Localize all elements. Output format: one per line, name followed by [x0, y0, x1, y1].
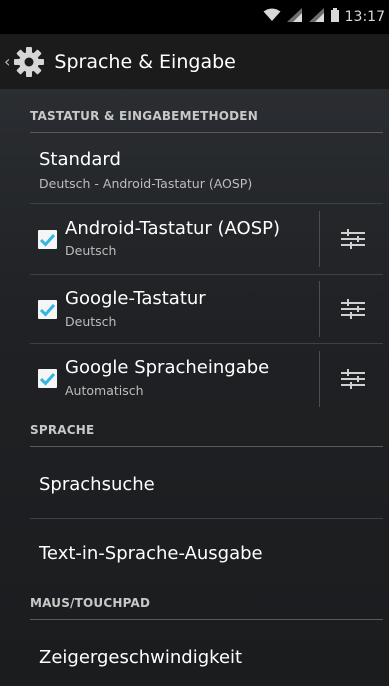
input-method-title: Android-Tastatur (AOSP) — [65, 218, 281, 239]
divider — [30, 518, 383, 519]
section-header-mouse: MAUS/TOUCHPAD — [30, 596, 383, 620]
action-bar: ‹ Sprache & Eingabe — [0, 34, 389, 89]
settings-sliders-icon[interactable] — [339, 295, 367, 323]
input-method-title: Google Spracheingabe — [65, 357, 270, 378]
input-method-title: Google-Tastatur — [65, 288, 206, 309]
divider — [30, 274, 383, 275]
input-method-subtitle: Deutsch — [65, 243, 117, 258]
vertical-separator — [319, 281, 320, 337]
input-method-subtitle: Deutsch — [65, 314, 117, 329]
wifi-icon — [263, 8, 281, 26]
battery-icon — [330, 8, 339, 26]
signal-icon — [286, 8, 303, 26]
page-title: Sprache & Eingabe — [54, 50, 236, 73]
section-header-speech: SPRACHE — [30, 423, 383, 447]
input-method-subtitle: Automatisch — [65, 383, 144, 398]
list-item-tts-output[interactable]: Text-in-Sprache-Ausgabe — [39, 543, 263, 564]
settings-list[interactable]: TASTATUR & EINGABEMETHODEN Standard Deut… — [0, 89, 389, 686]
checkbox[interactable] — [38, 369, 57, 388]
section-header-keyboard: TASTATUR & EINGABEMETHODEN — [30, 109, 383, 133]
vertical-separator — [319, 351, 320, 407]
default-keyboard-title: Standard — [39, 149, 121, 170]
default-keyboard-subtitle: Deutsch - Android-Tastatur (AOSP) — [39, 176, 253, 191]
divider — [30, 203, 383, 204]
gear-icon[interactable] — [12, 45, 46, 79]
settings-sliders-icon[interactable] — [339, 225, 367, 253]
divider — [30, 343, 383, 344]
settings-sliders-icon[interactable] — [339, 365, 367, 393]
list-item-voice-search[interactable]: Sprachsuche — [39, 474, 155, 495]
back-chevron-icon[interactable]: ‹ — [4, 52, 10, 71]
checkbox[interactable] — [38, 230, 57, 249]
clock: 13:17 — [344, 9, 385, 25]
vertical-separator — [319, 211, 320, 267]
list-item-pointer-speed[interactable]: Zeigergeschwindigkeit — [39, 647, 242, 668]
status-bar: 13:17 — [0, 0, 389, 34]
checkbox[interactable] — [38, 300, 57, 319]
signal-icon — [308, 8, 325, 26]
